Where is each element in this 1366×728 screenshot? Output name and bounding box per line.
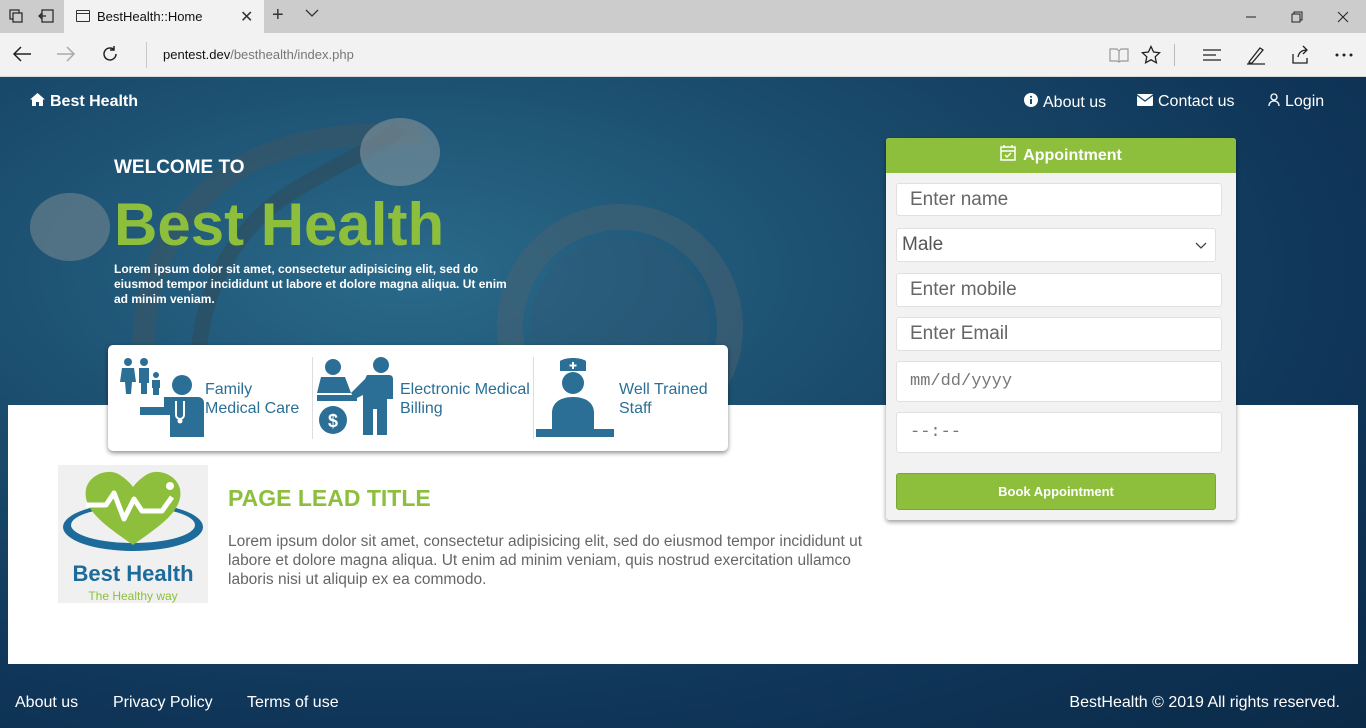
feature-billing-line2: Billing: [400, 400, 443, 417]
feature-billing-line1: Electronic Medical: [400, 381, 530, 398]
restore-window-icon[interactable]: [1274, 0, 1320, 33]
url-host: pentest.dev: [163, 47, 231, 62]
feature-billing-label: Electronic Medical Billing: [400, 380, 530, 418]
nav-login-label: Login: [1285, 93, 1325, 110]
tab-manager-icon[interactable]: [8, 8, 24, 24]
email-input[interactable]: Enter Email: [896, 317, 1222, 351]
envelope-icon: [1136, 93, 1154, 111]
reading-view-icon[interactable]: [1107, 43, 1131, 67]
brand-link[interactable]: Best Health: [30, 93, 138, 111]
feature-staff-label: Well Trained Staff: [619, 380, 708, 418]
heart-logo-icon: [63, 471, 203, 551]
browser-address-bar: pentest.dev/besthealth/index.php: [0, 33, 1366, 77]
set-tabs-aside-icon[interactable]: [38, 8, 54, 24]
more-options-icon[interactable]: [1332, 43, 1356, 67]
gender-selected-value: Male: [902, 234, 944, 255]
appointment-header: Appointment: [886, 138, 1236, 173]
nav-contact-label: Contact us: [1158, 93, 1235, 110]
logo-name: Best Health: [72, 561, 194, 586]
family-doctor-icon: [120, 358, 204, 437]
book-appointment-button[interactable]: Book Appointment: [896, 473, 1216, 510]
page-favicon-icon: [76, 10, 90, 22]
hero-title: Best Health: [114, 191, 445, 258]
web-page: Best Health About us Contact us Login WE…: [0, 77, 1366, 728]
top-navigation: Best Health About us Contact us Login: [0, 77, 1366, 125]
url-path: /besthealth/index.php: [230, 47, 354, 62]
close-tab-icon[interactable]: ✕: [240, 7, 253, 27]
feature-family-label: Family Medical Care: [205, 380, 299, 418]
forward-arrow-icon[interactable]: [54, 42, 78, 66]
new-tab-icon[interactable]: +: [272, 4, 284, 27]
info-circle-icon: [1024, 93, 1038, 112]
feature-family-line2: Medical Care: [205, 400, 300, 417]
calendar-check-icon: [1000, 145, 1016, 166]
toolbar-separator: [1174, 44, 1175, 66]
url-separator: [146, 42, 147, 68]
browser-tab-bar: BestHealth::Home ✕ +: [0, 0, 1366, 33]
best-health-logo: Best Health The Healthy way: [58, 465, 208, 603]
close-window-icon[interactable]: [1320, 0, 1366, 33]
nav-contact-link[interactable]: Contact us: [1136, 93, 1235, 111]
web-note-pen-icon[interactable]: [1244, 43, 1268, 67]
brand-label: Best Health: [50, 93, 139, 110]
feature-staff-line2: Staff: [619, 400, 652, 417]
hero-description: Lorem ipsum dolor sit amet, consectetur …: [114, 262, 507, 306]
appointment-form: Appointment Enter name Male Enter mobile…: [886, 138, 1236, 520]
feature-billing: $ Electronic Medical Billing: [313, 345, 533, 451]
minimize-window-icon[interactable]: [1228, 0, 1274, 33]
mobile-input[interactable]: Enter mobile: [896, 273, 1222, 307]
time-input[interactable]: --:--: [896, 412, 1222, 453]
footer-terms-link[interactable]: Terms of use: [247, 694, 339, 712]
nav-login-link[interactable]: Login: [1268, 93, 1324, 111]
favorite-star-icon[interactable]: [1139, 43, 1163, 67]
appointment-title: Appointment: [1023, 146, 1122, 164]
share-icon[interactable]: [1288, 43, 1312, 67]
date-input[interactable]: mm/dd/yyyy: [896, 361, 1222, 402]
feature-staff: Well Trained Staff: [534, 345, 728, 451]
footer-about-link[interactable]: About us: [15, 694, 78, 712]
refresh-icon[interactable]: [98, 42, 122, 66]
feature-family-line1: Family: [205, 381, 253, 398]
footer-privacy-link[interactable]: Privacy Policy: [113, 694, 213, 712]
back-arrow-icon[interactable]: [10, 42, 34, 66]
nav-about-label: About us: [1043, 93, 1107, 111]
feature-family-care: Family Medical Care: [108, 345, 312, 451]
nav-about-link[interactable]: About us: [1024, 93, 1106, 112]
footer-copyright: BestHealth © 2019 All rights reserved.: [1069, 694, 1340, 711]
chevron-down-icon: [1195, 234, 1207, 256]
tab-title: BestHealth::Home: [97, 9, 203, 24]
svg-text:$: $: [328, 411, 338, 431]
features-card: Family Medical Care $ Electronic Medical…: [108, 345, 728, 451]
page-lead-title: PAGE LEAD TITLE: [228, 485, 431, 511]
feature-staff-line1: Well Trained: [619, 381, 708, 398]
billing-cashier-icon: $: [317, 357, 393, 435]
gender-select[interactable]: Male: [896, 228, 1216, 262]
chevron-down-icon[interactable]: [305, 6, 319, 21]
welcome-heading: WELCOME TO: [114, 157, 245, 178]
page-lead-text: Lorem ipsum dolor sit amet, consectetur …: [228, 533, 863, 588]
nurse-icon: [536, 358, 614, 437]
home-icon: [30, 93, 45, 111]
user-icon: [1268, 93, 1280, 111]
name-input[interactable]: Enter name: [896, 183, 1222, 216]
url-field[interactable]: pentest.dev/besthealth/index.php: [163, 47, 354, 62]
logo-tagline: The Healthy way: [88, 589, 178, 603]
browser-tab-active[interactable]: BestHealth::Home ✕: [64, 0, 264, 33]
hub-menu-icon[interactable]: [1200, 43, 1224, 67]
